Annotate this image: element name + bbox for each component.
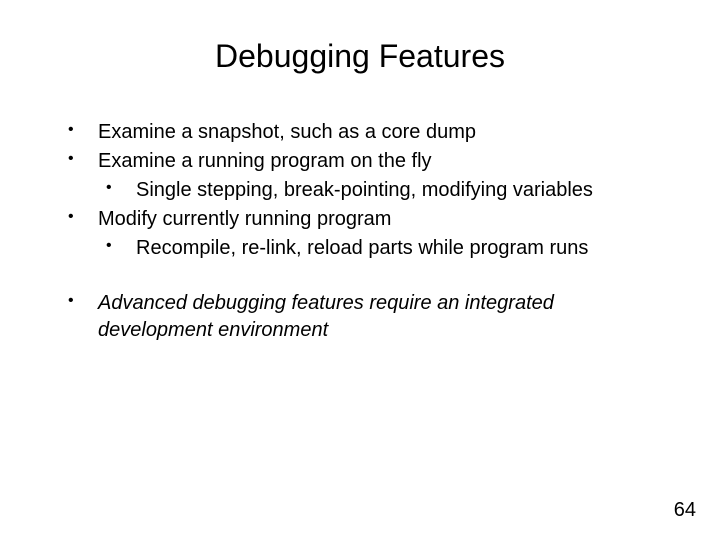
slide-title: Debugging Features (60, 38, 660, 75)
slide: Debugging Features Examine a snapshot, s… (0, 0, 720, 540)
bullet-item: Examine a snapshot, such as a core dump (60, 119, 660, 146)
sub-bullet-list: Recompile, re-link, reload parts while p… (98, 235, 660, 262)
bullet-item: Modify currently running program Recompi… (60, 206, 660, 262)
bullet-text-italic: Advanced debugging features require an i… (98, 292, 554, 341)
page-number: 64 (674, 499, 696, 522)
sub-bullet-item: Recompile, re-link, reload parts while p… (98, 235, 660, 262)
sub-bullet-list: Single stepping, break-pointing, modifyi… (98, 177, 660, 204)
sub-bullet-text: Single stepping, break-pointing, modifyi… (136, 179, 593, 201)
bullet-text: Modify currently running program (98, 208, 391, 230)
slide-content: Examine a snapshot, such as a core dump … (60, 119, 660, 344)
bullet-list: Advanced debugging features require an i… (60, 290, 660, 344)
sub-bullet-item: Single stepping, break-pointing, modifyi… (98, 177, 660, 204)
bullet-item: Advanced debugging features require an i… (60, 290, 660, 344)
bullet-list: Examine a snapshot, such as a core dump … (60, 119, 660, 262)
bullet-text: Examine a snapshot, such as a core dump (98, 121, 476, 143)
sub-bullet-text: Recompile, re-link, reload parts while p… (136, 237, 588, 259)
bullet-text: Examine a running program on the fly (98, 150, 432, 172)
spacer (60, 264, 660, 290)
bullet-item: Examine a running program on the fly Sin… (60, 148, 660, 204)
